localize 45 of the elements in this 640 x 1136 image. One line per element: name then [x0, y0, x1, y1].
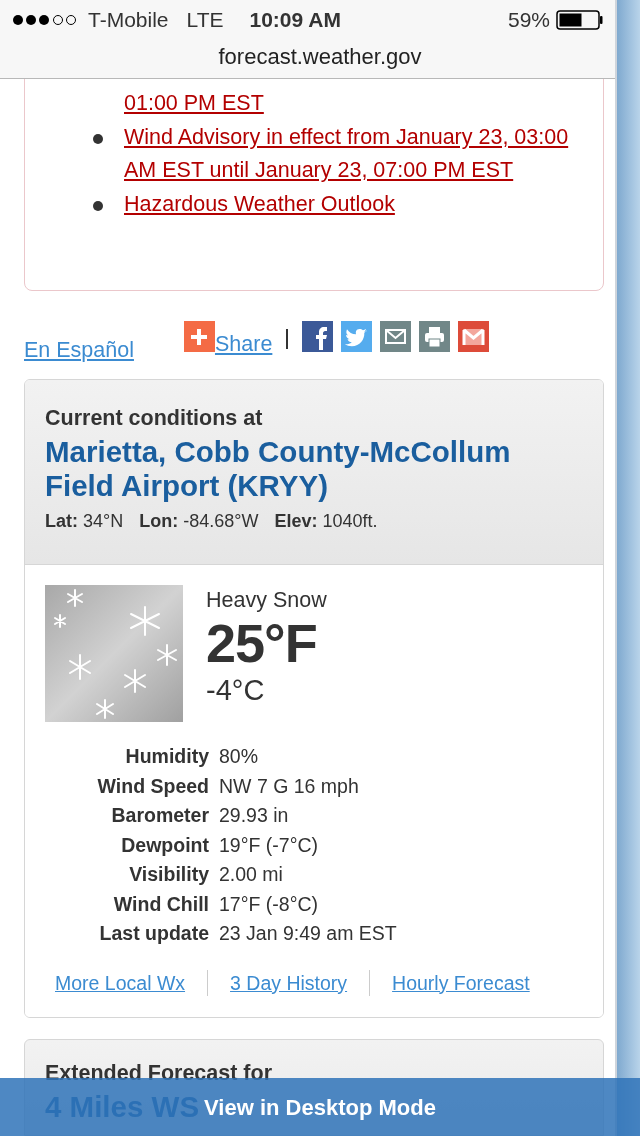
detail-value: 23 Jan 9:49 am EST: [219, 921, 398, 946]
detail-label: Wind Speed: [96, 773, 209, 799]
signal-strength-icon: [12, 14, 78, 26]
temperature-celsius: -4°C: [206, 673, 266, 707]
detail-label: Last update: [98, 921, 209, 946]
coordinate-text: Lat: 34°N: [45, 510, 124, 533]
detail-label: Humidity: [124, 744, 209, 769]
alert-link[interactable]: Wind Advisory in effect from January 23, 03:00 AM EST until January 23, 07:00 PM EST: [124, 120, 575, 188]
detail-value: 2.00 mi: [219, 862, 284, 887]
bird-icon[interactable]: [341, 321, 373, 352]
detail-value: 19°F (-7°C): [219, 832, 320, 858]
language-link[interactable]: En Español: [24, 333, 134, 366]
detail-label: Visibility: [128, 862, 209, 887]
station-name: Marietta, Cobb County-McCollum Field Airport (KRYY): [45, 435, 512, 503]
facebook-icon[interactable]: [302, 321, 334, 352]
battery-icon: [556, 10, 603, 30]
bullet-icon: [93, 200, 103, 211]
conditions-link[interactable]: More Local Wx: [55, 968, 186, 998]
print-icon[interactable]: [419, 321, 451, 352]
detail-label: Wind Chill: [112, 891, 209, 917]
alert-link[interactable]: 01:00 PM EST: [124, 87, 575, 121]
envelope-icon[interactable]: [380, 321, 412, 352]
conditions-link[interactable]: Hourly Forecast: [392, 968, 530, 998]
alert-link[interactable]: Hazardous Weather Outlook: [124, 187, 575, 221]
clock-time: 10:09 AM: [249, 7, 341, 34]
network-type: LTE: [186, 7, 224, 34]
detail-label: Dewpoint: [120, 832, 209, 858]
detail-value: 17°F (-8°C): [219, 891, 320, 917]
temperature-fahrenheit: 25°F: [206, 613, 318, 673]
share-link[interactable]: Share: [214, 331, 273, 357]
address-bar-url[interactable]: forecast.weather.gov: [218, 40, 422, 73]
coordinate-text: Lon: -84.68°W: [139, 510, 259, 533]
conditions-link[interactable]: 3 Day History: [230, 968, 348, 998]
detail-label: Barometer: [110, 803, 209, 828]
weather-summary: Heavy Snow: [206, 587, 327, 613]
detail-value: 80%: [219, 744, 260, 769]
bullet-icon: [93, 133, 103, 144]
detail-value: NW 7 G 16 mph: [219, 773, 360, 799]
battery-percent: 59%: [507, 7, 550, 34]
card-heading: Current conditions at: [45, 405, 264, 431]
carrier-name: T-Mobile: [88, 7, 169, 34]
gmail-icon[interactable]: [458, 321, 490, 352]
detail-value: 29.93 in: [219, 803, 290, 828]
share-plus-icon[interactable]: [183, 321, 215, 352]
coordinate-text: Elev: 1040ft.: [274, 510, 378, 533]
